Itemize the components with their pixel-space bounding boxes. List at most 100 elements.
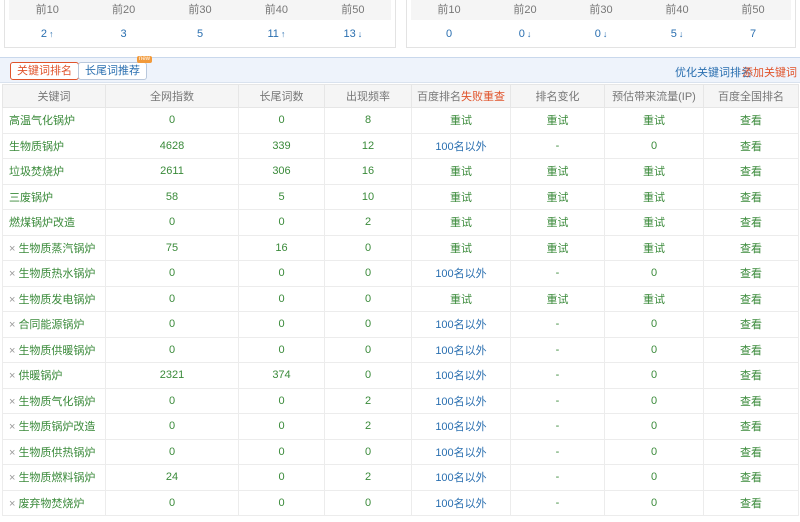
col-baidu-all: 百度全国排名 [703, 84, 799, 108]
rank-summary-right-values: 0 0 ↓ 0 ↓ 5 ↓ 7 [411, 24, 791, 44]
remove-keyword-icon[interactable]: × [9, 396, 15, 408]
rank-bucket-value[interactable]: 5 [162, 24, 238, 44]
longtail-cell: 16 [238, 234, 325, 261]
new-badge: new [136, 56, 152, 63]
frequency-cell: 0 [324, 438, 412, 465]
remove-keyword-icon[interactable]: × [9, 319, 15, 331]
change-retry-button[interactable]: 重试 [510, 158, 605, 185]
rank-summary-left-values: 2 ↑ 3 5 11 ↑ 13 ↓ [9, 24, 391, 44]
rank-retry-button[interactable]: 重试 [411, 234, 511, 261]
change-cell: - [510, 336, 605, 363]
frequency-cell: 0 [324, 311, 412, 338]
keyword-cell: × 生物质发电锅炉 [2, 285, 106, 312]
rank-bucket-value[interactable]: 2 ↑ [9, 24, 85, 44]
rank-bucket-value[interactable]: 11 ↑ [238, 24, 314, 44]
rank-bucket-value[interactable]: 3 [85, 24, 161, 44]
rank-retry-button[interactable]: 重试 [411, 158, 511, 185]
table-row: × 生物质供热锅炉 0 0 0 100名以外 -0 查看 [2, 438, 799, 465]
keyword-cell: 生物质锅炉 [2, 132, 106, 159]
traffic-retry-button[interactable]: 重试 [604, 183, 704, 210]
longtail-cell: 5 [238, 183, 325, 210]
rank-bucket-label: 前50 [741, 4, 765, 16]
view-button[interactable]: 查看 [703, 234, 799, 261]
remove-keyword-icon[interactable]: × [9, 370, 15, 382]
trend-down-icon: ↓ [526, 29, 532, 39]
change-cell: - [510, 260, 605, 287]
table-row: 三废锅炉 58 5 10 重试 重试 重试 查看 [2, 183, 799, 210]
longtail-cell: 0 [238, 464, 325, 491]
change-retry-button[interactable]: 重试 [510, 234, 605, 261]
traffic-retry-button[interactable]: 重试 [604, 234, 704, 261]
keyword-cell: × 废弃物焚烧炉 [2, 489, 106, 516]
rank-retry-button[interactable]: 重试 [411, 285, 511, 312]
keyword-cell: × 生物质锅炉改造 [2, 413, 106, 440]
change-retry-button[interactable]: 重试 [510, 285, 605, 312]
rank-bucket-value[interactable]: 0 ↓ [487, 24, 563, 44]
keyword-text: 废弃物焚烧炉 [18, 497, 85, 510]
view-button[interactable]: 查看 [703, 260, 799, 287]
view-button[interactable]: 查看 [703, 132, 799, 159]
view-button[interactable]: 查看 [703, 387, 799, 414]
index-cell: 4628 [105, 132, 239, 159]
traffic-retry-button[interactable]: 重试 [604, 285, 704, 312]
rank-bucket-count: 2 [40, 28, 48, 40]
change-retry-button[interactable]: 重试 [510, 107, 605, 134]
rank-retry-button[interactable]: 重试 [411, 183, 511, 210]
keyword-cell: × 生物质气化锅炉 [2, 387, 106, 414]
rank-bucket-value[interactable]: 13 ↓ [315, 24, 391, 44]
col-frequency[interactable]: 出现频率 [324, 84, 412, 108]
remove-keyword-icon[interactable]: × [9, 345, 15, 357]
remove-keyword-icon[interactable]: × [9, 268, 15, 280]
change-retry-button[interactable]: 重试 [510, 209, 605, 236]
remove-keyword-icon[interactable]: × [9, 421, 15, 433]
tab-keyword-rank[interactable]: 关键词排名 [10, 62, 79, 80]
view-button[interactable]: 查看 [703, 285, 799, 312]
traffic-retry-button[interactable]: 重试 [604, 158, 704, 185]
keyword-text: 生物质气化锅炉 [18, 395, 96, 408]
remove-keyword-icon[interactable]: × [9, 472, 15, 484]
remove-keyword-icon[interactable]: × [9, 447, 15, 459]
change-retry-button[interactable]: 重试 [510, 183, 605, 210]
add-keyword-link[interactable]: 添加关键词 [742, 64, 797, 80]
tab-longtail-recommend[interactable]: 长尾词推荐 new [78, 56, 152, 80]
rank-bucket-value[interactable]: 0 ↓ [563, 24, 639, 44]
rank-bucket-value[interactable]: 5 ↓ [639, 24, 715, 44]
view-button[interactable]: 查看 [703, 413, 799, 440]
view-button[interactable]: 查看 [703, 438, 799, 465]
view-button[interactable]: 查看 [703, 183, 799, 210]
view-button[interactable]: 查看 [703, 311, 799, 338]
view-button[interactable]: 查看 [703, 158, 799, 185]
fail-recheck-link[interactable]: 失败重查 [461, 91, 505, 103]
keyword-text: 生物质供暖锅炉 [18, 344, 96, 357]
view-button[interactable]: 查看 [703, 489, 799, 516]
view-button[interactable]: 查看 [703, 464, 799, 491]
view-button[interactable]: 查看 [703, 209, 799, 236]
rank-bucket-value[interactable]: 0 [411, 24, 487, 44]
remove-keyword-icon[interactable]: × [9, 498, 15, 510]
traffic-retry-button[interactable]: 重试 [604, 107, 704, 134]
keyword-cell: × 合同能源锅炉 [2, 311, 106, 338]
longtail-cell: 0 [238, 209, 325, 236]
frequency-cell: 0 [324, 260, 412, 287]
rank-cell: 100名以外 [411, 132, 511, 159]
rank-bucket-value[interactable]: 7 [715, 24, 791, 44]
view-button[interactable]: 查看 [703, 336, 799, 363]
col-longtail[interactable]: 长尾词数 [238, 84, 325, 108]
trend-up-icon: ↑ [280, 29, 286, 39]
optimize-keyword-rank-link[interactable]: 优化关键词排名 [675, 64, 752, 80]
rank-cell: 100名以外 [411, 362, 511, 389]
traffic-retry-button[interactable]: 重试 [604, 209, 704, 236]
table-row: × 生物质热水锅炉 0 0 0 100名以外 -0 查看 [2, 260, 799, 287]
view-button[interactable]: 查看 [703, 107, 799, 134]
remove-keyword-icon[interactable]: × [9, 243, 15, 255]
longtail-cell: 306 [238, 158, 325, 185]
rank-retry-button[interactable]: 重试 [411, 107, 511, 134]
keyword-cell: 燃煤锅炉改造 [2, 209, 106, 236]
col-index[interactable]: 全网指数 [105, 84, 239, 108]
rank-retry-button[interactable]: 重试 [411, 209, 511, 236]
index-cell: 58 [105, 183, 239, 210]
view-button[interactable]: 查看 [703, 362, 799, 389]
traffic-cell: 0 [604, 260, 704, 287]
remove-keyword-icon[interactable]: × [9, 294, 15, 306]
rank-summary-left-header: 前10 前20 前30 前40 前50 [9, 0, 391, 20]
